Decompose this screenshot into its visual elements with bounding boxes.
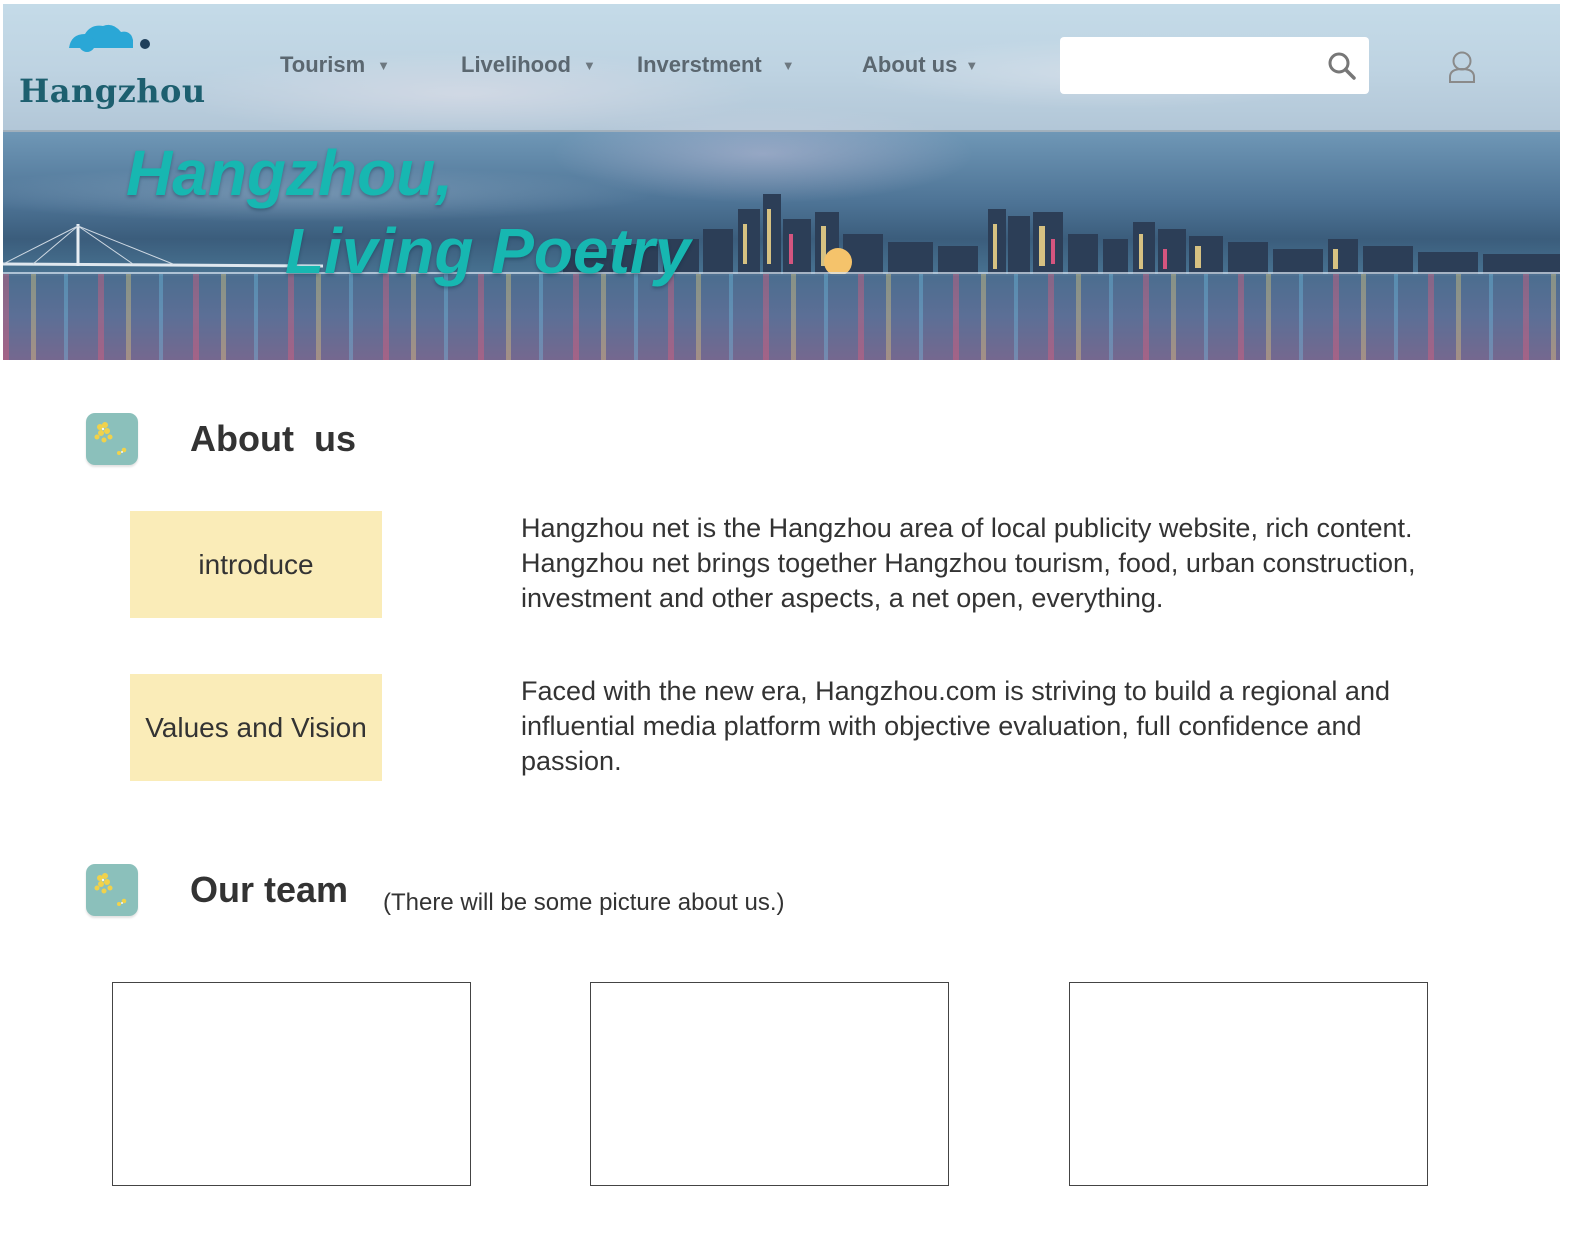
nav-label: Tourism <box>280 52 366 77</box>
site-logo[interactable]: Hangzhou <box>19 22 209 117</box>
logo-text: Hangzhou <box>19 72 206 110</box>
caret-down-icon: ▼ <box>583 57 596 73</box>
team-photo-placeholder <box>1069 982 1428 1186</box>
top-navigation-bar: Hangzhou Tourism ▼ Livelihood ▼ Inverstm… <box>3 4 1560 132</box>
hero-title-line1: Hangzhou, <box>126 137 454 209</box>
team-photo-placeholder <box>112 982 471 1186</box>
values-vision-text: Faced with the new era, Hangzhou.com is … <box>521 676 1390 776</box>
search-icon[interactable] <box>1327 51 1357 81</box>
introduce-tag: introduce <box>130 511 382 618</box>
hero-title-line2: Living Poetry <box>285 215 691 287</box>
search-input[interactable] <box>1070 47 1324 85</box>
team-photo-placeholder <box>590 982 949 1186</box>
search-box <box>1060 37 1369 94</box>
hero-banner: Hangzhou Tourism ▼ Livelihood ▼ Inverstm… <box>3 4 1560 360</box>
flower-icon <box>94 422 127 455</box>
nav-livelihood[interactable]: Livelihood ▼ <box>461 50 596 80</box>
about-section-flower-icon <box>86 413 138 465</box>
introduce-text: Hangzhou net is the Hangzhou area of loc… <box>521 513 1416 613</box>
team-section-flower-icon <box>86 864 138 916</box>
logo-cloud-icon <box>69 24 150 52</box>
caret-down-icon: ▼ <box>781 57 795 73</box>
team-note: (There will be some picture about us.) <box>383 889 785 916</box>
nav-about-us[interactable]: About us ▼ <box>862 50 978 80</box>
river-reflection <box>3 274 1560 360</box>
nav-label: About us <box>862 52 958 77</box>
caret-down-icon: ▼ <box>377 57 391 73</box>
about-section-title: About us <box>190 418 356 459</box>
nav-investment[interactable]: Inverstment ▼ <box>637 50 795 80</box>
values-vision-tag: Values and Vision <box>130 674 382 781</box>
nav-label: Inverstment <box>637 52 762 77</box>
user-icon[interactable] <box>1447 50 1477 84</box>
team-section-title: Our team <box>190 869 349 910</box>
caret-down-icon: ▼ <box>965 57 979 73</box>
nav-tourism[interactable]: Tourism ▼ <box>280 50 390 80</box>
nav-label: Livelihood <box>461 52 571 77</box>
flower-icon <box>94 873 127 906</box>
